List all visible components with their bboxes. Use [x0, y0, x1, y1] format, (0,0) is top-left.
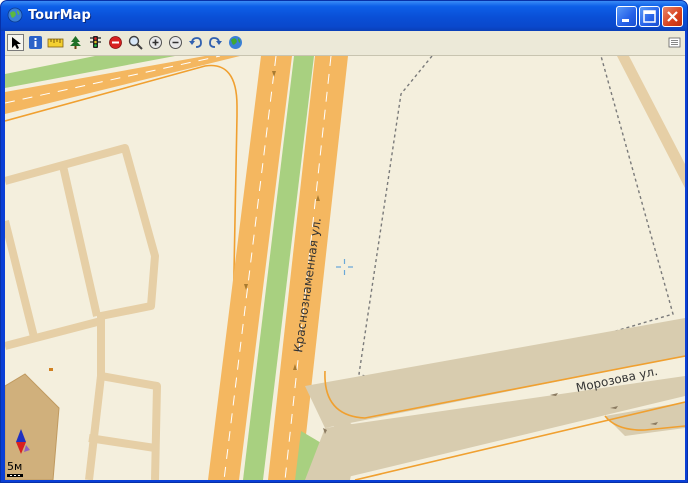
info-icon: [29, 36, 42, 49]
maximize-button[interactable]: [639, 6, 660, 27]
scale-label: 5м: [7, 460, 23, 473]
title-bar[interactable]: TourMap: [1, 1, 687, 31]
app-window: TourMap Краснознаменная ул. Морозова ул.…: [0, 0, 688, 483]
redo-button[interactable]: [207, 34, 224, 51]
magnifier-icon: [128, 35, 143, 50]
tree-icon: [70, 36, 81, 49]
undo-arrow-icon: [189, 37, 202, 48]
minimize-icon: [622, 19, 629, 22]
scale-bar: [7, 474, 23, 477]
zoom-in-button[interactable]: [147, 34, 164, 51]
ruler-icon: [47, 38, 64, 48]
window-title: TourMap: [28, 8, 91, 23]
list-menu-icon: [668, 37, 681, 48]
tree-button[interactable]: [67, 34, 84, 51]
globe-icon: [7, 7, 23, 23]
traffic-light-icon: [90, 36, 101, 48]
map-canvas[interactable]: Краснознаменная ул. Морозова ул. 5м: [5, 56, 685, 480]
search-button[interactable]: [127, 34, 144, 51]
undo-button[interactable]: [187, 34, 204, 51]
map-layer: Краснознаменная ул. Морозова ул.: [5, 56, 685, 480]
no-entry-button[interactable]: [107, 34, 124, 51]
globe-icon: [229, 36, 242, 49]
poi-marker: [49, 368, 53, 371]
toolbar: [5, 31, 685, 56]
select-pointer-button[interactable]: [7, 34, 24, 51]
maximize-icon: [643, 10, 656, 23]
redo-arrow-icon: [209, 37, 222, 48]
traffic-light-button[interactable]: [87, 34, 104, 51]
ruler-button[interactable]: [47, 34, 64, 51]
globe-button[interactable]: [227, 34, 244, 51]
zoom-in-icon: [149, 36, 162, 49]
zoom-out-icon: [169, 36, 182, 49]
client-area: Краснознаменная ул. Морозова ул. 5м: [5, 31, 685, 480]
crosshair-icon: [336, 259, 353, 275]
menu-button[interactable]: [666, 34, 683, 51]
close-button[interactable]: [662, 6, 683, 27]
footpath-top-right: [617, 56, 685, 188]
close-icon: [667, 11, 678, 22]
minimize-button[interactable]: [616, 6, 637, 27]
info-button[interactable]: [27, 34, 44, 51]
no-entry-icon: [109, 36, 122, 49]
zoom-out-button[interactable]: [167, 34, 184, 51]
arrow-pointer-icon: [12, 37, 21, 49]
